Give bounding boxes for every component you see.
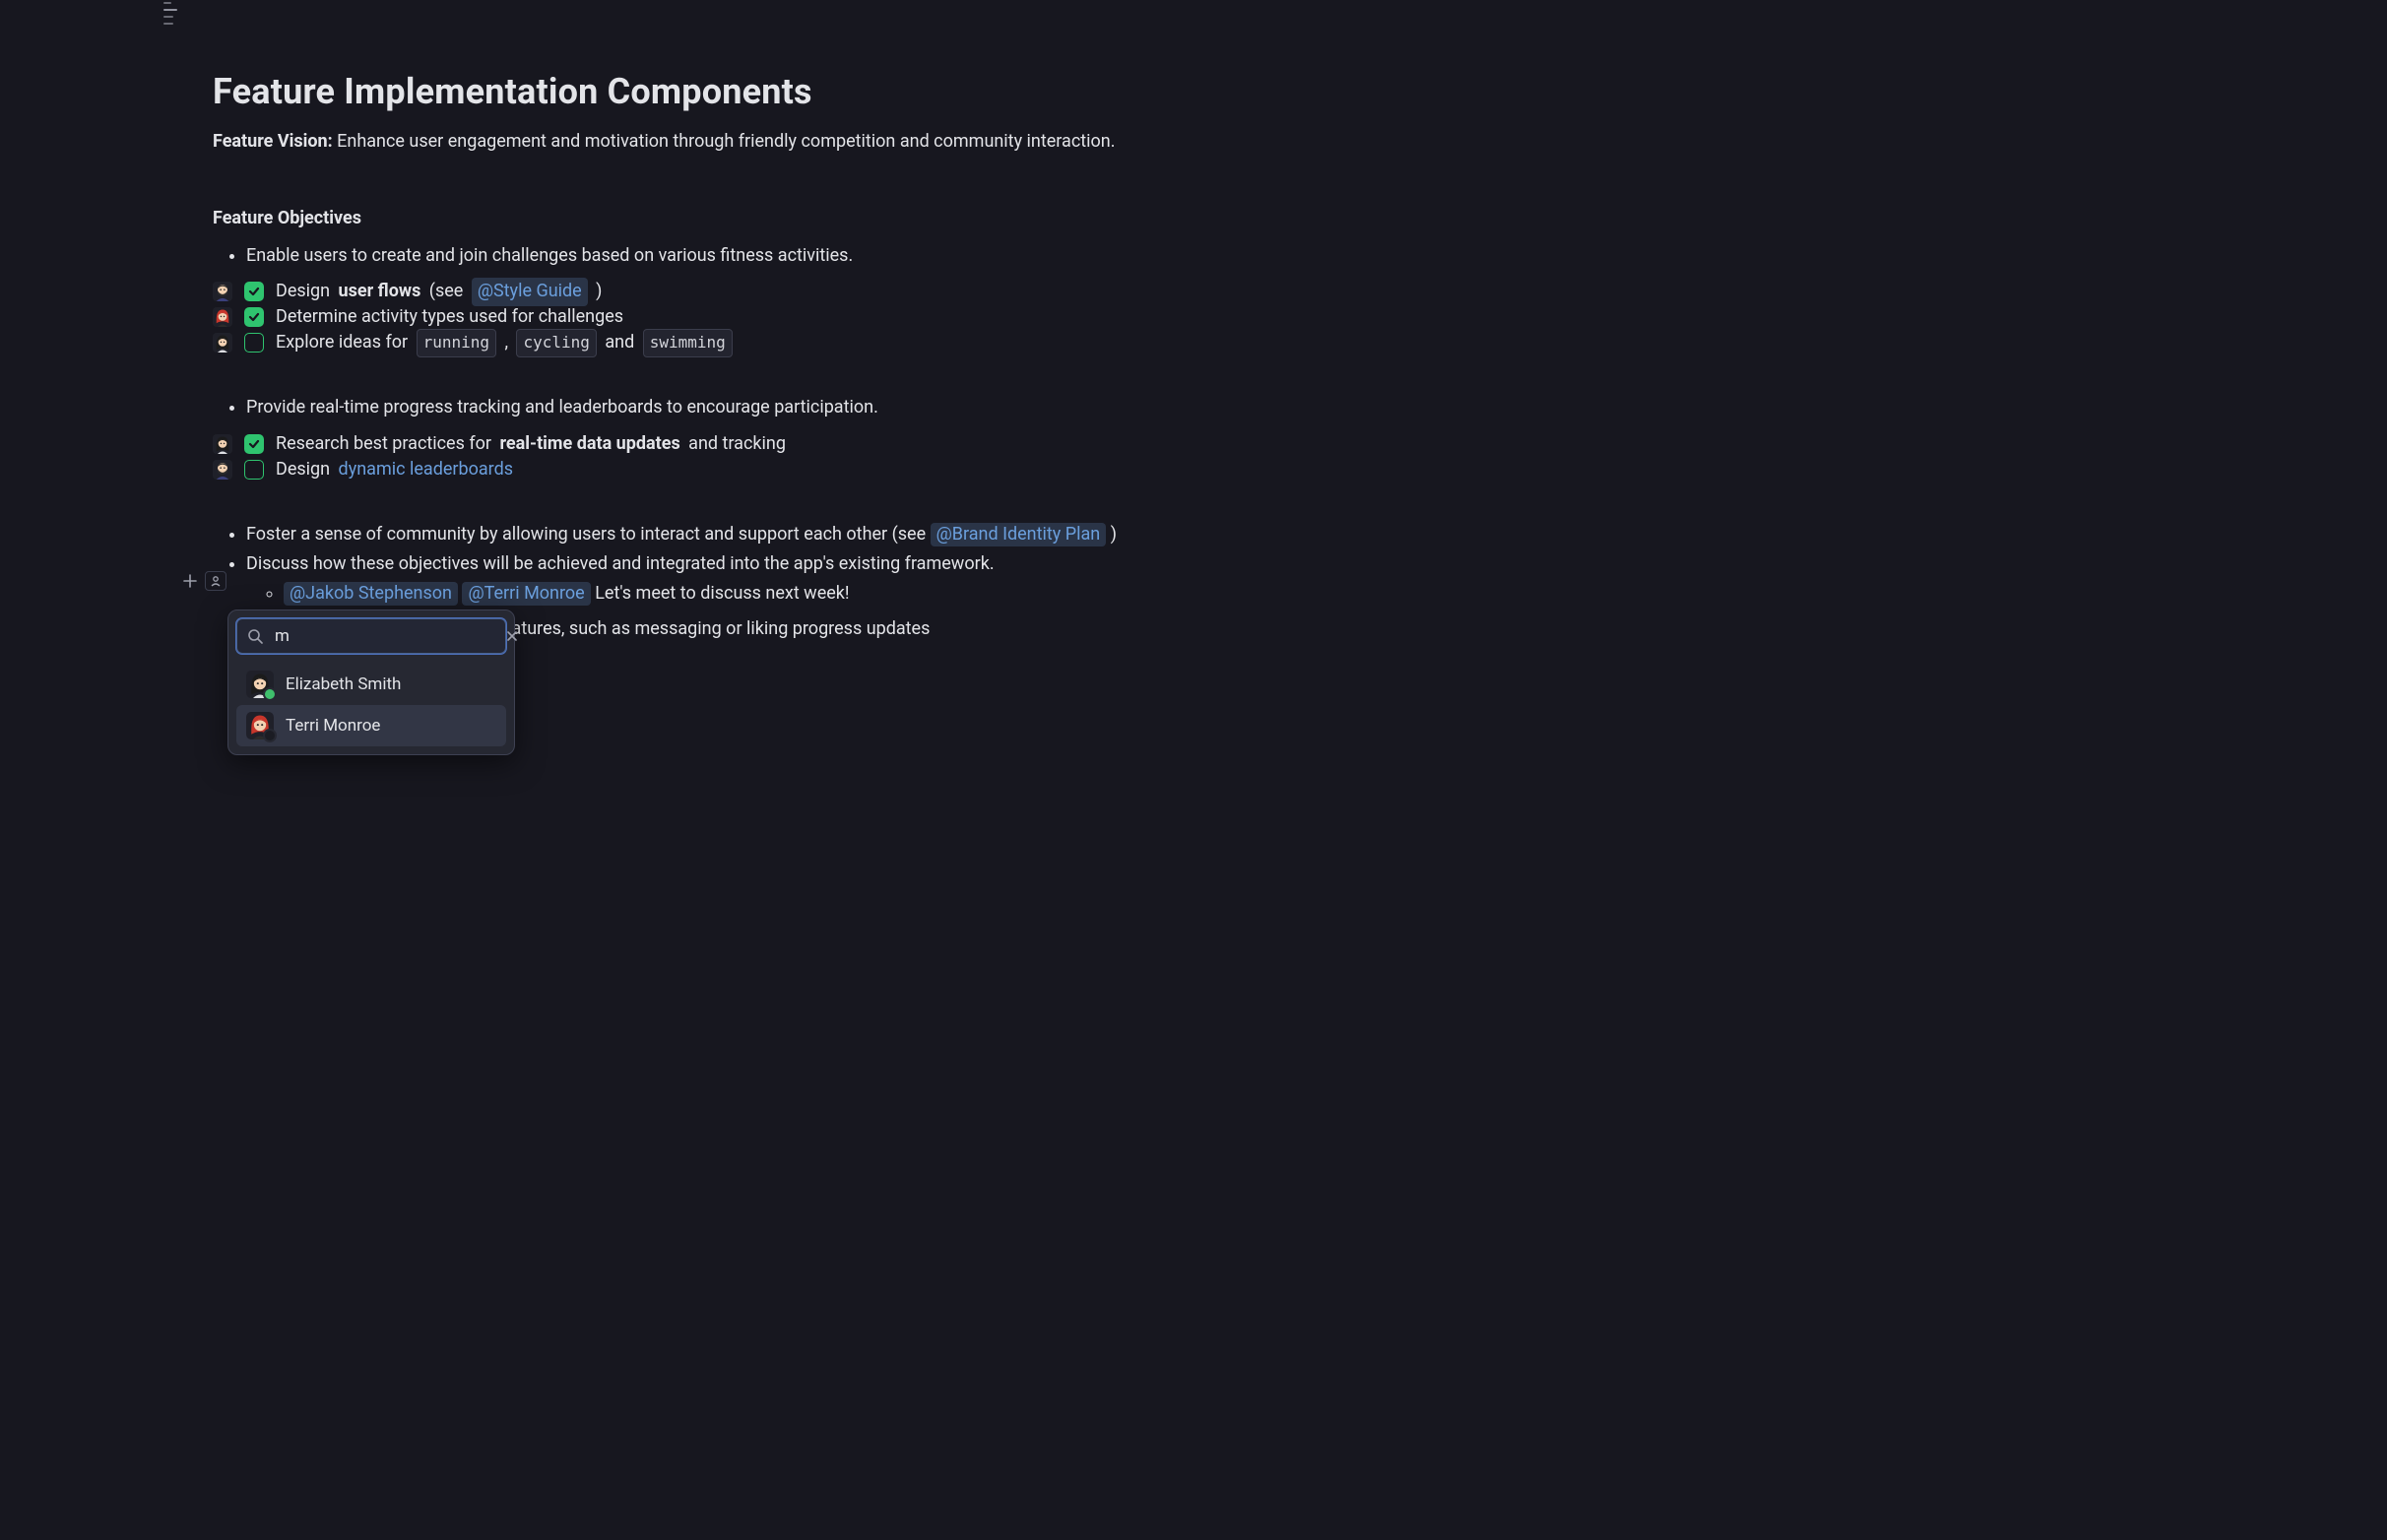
task-design-leaderboards[interactable]: Design dynamic leaderboards xyxy=(211,457,1296,482)
mention-terri[interactable]: @Terri Monroe xyxy=(462,582,590,606)
avatar-assignee-icon[interactable] xyxy=(213,307,232,327)
checkbox-icon[interactable] xyxy=(244,460,264,480)
search-icon xyxy=(247,628,263,644)
task-label: Design dynamic leaderboards xyxy=(276,457,513,482)
code-swimming: swimming xyxy=(643,329,733,356)
assignee-option-terri[interactable]: Terri Monroe xyxy=(236,705,506,746)
checkbox-icon[interactable] xyxy=(244,282,264,301)
mention-style-guide[interactable]: @Style Guide xyxy=(472,278,588,306)
checkbox-icon[interactable] xyxy=(244,434,264,454)
clear-search-icon[interactable] xyxy=(505,629,519,643)
mention-brand-identity-plan[interactable]: @Brand Identity Plan xyxy=(931,523,1107,546)
assignee-search[interactable] xyxy=(236,618,506,654)
objectives-heading: Feature Objectives xyxy=(213,206,1296,231)
objective-3-bullet-2: Discuss how these objectives will be ach… xyxy=(246,551,1296,607)
task-label: Explore ideas for running , cycling and … xyxy=(276,329,733,356)
add-block-handle[interactable] xyxy=(181,574,199,588)
avatar-icon xyxy=(246,671,274,698)
objective-3-bullet: Foster a sense of community by allowing … xyxy=(246,522,1296,547)
assignee-search-input[interactable] xyxy=(273,625,495,647)
avatar-assignee-icon[interactable] xyxy=(213,434,232,454)
assignee-name: Elizabeth Smith xyxy=(286,673,401,697)
task-research-realtime[interactable]: Research best practices for real-time da… xyxy=(211,431,1296,457)
nested-discuss-item: @Jakob Stephenson @Terri Monroe Let's me… xyxy=(284,581,1296,607)
feature-vision-line: Feature Vision: Enhance user engagement … xyxy=(213,129,1296,155)
status-offline-icon xyxy=(263,729,277,742)
avatar-assignee-icon[interactable] xyxy=(213,460,232,480)
outline-toggle-icon[interactable] xyxy=(163,2,177,30)
vision-text: Enhance user engagement and motivation t… xyxy=(333,131,1116,152)
objective-1-bullet: Enable users to create and join challeng… xyxy=(246,243,1296,269)
mention-jakob[interactable]: @Jakob Stephenson xyxy=(284,582,458,606)
task-determine-activity-types[interactable]: Determine activity types used for challe… xyxy=(211,304,1296,330)
objective-2-bullet: Provide real-time progress tracking and … xyxy=(246,395,1296,420)
task-label: Design user flows (see @Style Guide ) xyxy=(276,278,602,306)
avatar-assignee-icon[interactable] xyxy=(213,333,232,353)
link-dynamic-leaderboards[interactable]: dynamic leaderboards xyxy=(339,457,514,482)
code-cycling: cycling xyxy=(516,329,596,356)
vision-label: Feature Vision: xyxy=(213,131,333,152)
task-explore-ideas[interactable]: Explore ideas for running , cycling and … xyxy=(211,330,1296,355)
task-label: Determine activity types used for challe… xyxy=(276,304,623,330)
status-online-icon xyxy=(263,687,277,701)
assignee-option-elizabeth[interactable]: Elizabeth Smith xyxy=(236,664,506,705)
page-title: Feature Implementation Components xyxy=(213,66,1296,117)
avatar-icon xyxy=(246,712,274,739)
task-label: Research best practices for real-time da… xyxy=(276,431,786,457)
task-design-user-flows[interactable]: Design user flows (see @Style Guide ) xyxy=(211,279,1296,304)
assignee-popup: Elizabeth Smith Terri Monroe xyxy=(227,610,515,755)
assignee-name: Terri Monroe xyxy=(286,714,380,738)
checkbox-icon[interactable] xyxy=(244,307,264,327)
assign-handle[interactable] xyxy=(205,571,226,591)
checkbox-icon[interactable] xyxy=(244,333,264,353)
code-running: running xyxy=(417,329,496,356)
avatar-assignee-icon[interactable] xyxy=(213,282,232,301)
